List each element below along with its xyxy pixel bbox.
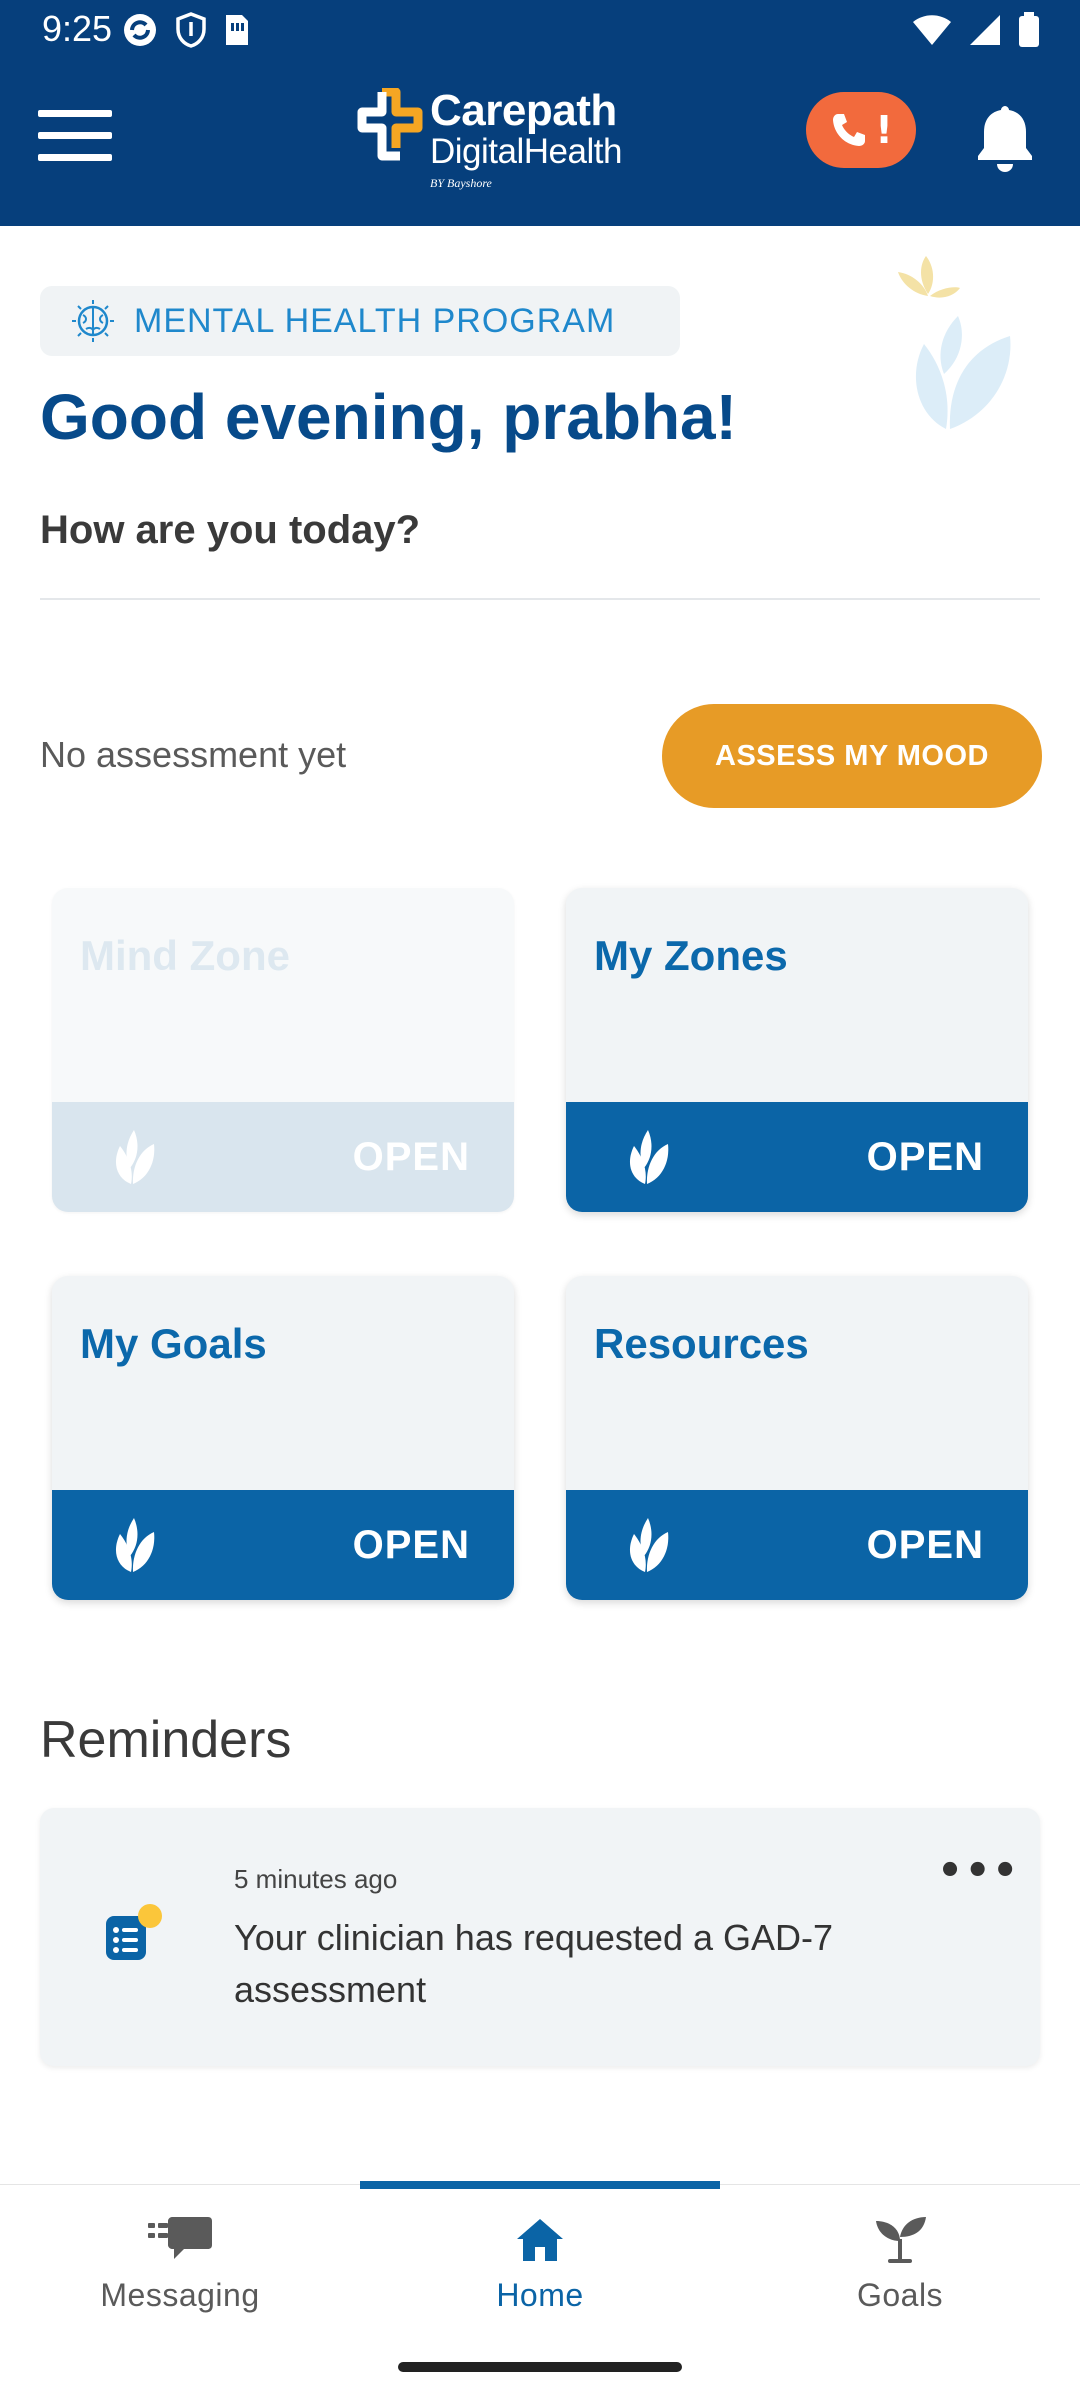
divider [40,598,1040,600]
sprout-icon [629,1130,669,1184]
program-label: MENTAL HEALTH PROGRAM [134,301,616,340]
tab-home[interactable]: Home [360,2215,720,2325]
sprout-icon [876,2217,926,2263]
card-open-label: OPEN [352,1134,470,1179]
tab-label: Goals [856,2277,944,2313]
battery-icon [1019,12,1039,47]
call-alert-badge: ! [875,108,893,152]
card-open-button[interactable]: OPEN [566,1102,1028,1212]
tab-label: Home [496,2277,584,2313]
tab-goals[interactable]: Goals [720,2215,1080,2325]
status-time: 9:25 [42,8,113,49]
carepath-logo: Carepath DigitalHealth BY Bayshore [352,80,652,190]
greeting-heading: Good evening, prabha! [40,381,737,453]
card-title: Mind Zone [80,932,290,979]
signal-icon [970,15,1000,45]
card-title: Resources [594,1320,809,1367]
assess-mood-button[interactable]: ASSESS MY MOOD [662,704,1042,808]
logo-by: BY Bayshore [430,176,492,190]
tab-messaging[interactable]: Messaging [0,2215,360,2325]
emergency-call-button[interactable]: ! [806,92,916,168]
logo-cross-icon [357,88,423,161]
status-bar: 9:25 [0,0,1080,62]
menu-icon[interactable] [38,110,112,164]
tab-label: Messaging [100,2277,260,2313]
card-title: My Goals [80,1320,267,1367]
notification-icons [122,12,250,48]
active-tab-indicator [360,2181,720,2189]
shield-icon [176,12,206,48]
card-open-label: OPEN [866,1522,984,1567]
notification-bell-icon[interactable] [972,102,1038,174]
wifi-icon [913,15,951,45]
sprout-icon [115,1130,155,1184]
gesture-home-bar[interactable] [398,2362,682,2372]
app-header: Carepath DigitalHealth BY Bayshore ! [0,62,1080,226]
logo-title: Carepath [430,86,617,135]
sim-card-icon [226,15,248,45]
card-my-goals[interactable]: My Goals OPEN [52,1276,514,1600]
sprout-icon [115,1518,155,1572]
card-my-zones[interactable]: My Zones OPEN [566,888,1028,1212]
program-badge: MENTAL HEALTH PROGRAM [40,286,680,356]
card-open-button: OPEN [52,1102,514,1212]
card-open-label: OPEN [866,1134,984,1179]
assessment-checklist-icon [106,1904,162,1960]
brain-icon [72,300,114,342]
card-mind-zone: Mind Zone OPEN [52,888,514,1212]
card-resources[interactable]: Resources OPEN [566,1276,1028,1600]
system-icons [912,12,1040,48]
card-open-button[interactable]: OPEN [566,1490,1028,1600]
reminder-text: Your clinician has requested a GAD-7 ass… [234,1917,834,2010]
card-title: My Zones [594,932,788,979]
card-open-label: OPEN [352,1522,470,1567]
sprout-icon [629,1518,669,1572]
reminder-time: 5 minutes ago [234,1864,398,1894]
chat-icon [148,2217,212,2259]
phone-icon [833,114,866,146]
reminders-heading: Reminders [40,1711,292,1769]
home-icon [517,2219,563,2261]
sync-icon [124,14,156,46]
more-options-icon[interactable]: ••• [937,1848,1020,1894]
assessment-status: No assessment yet [40,734,347,775]
logo-subtitle: DigitalHealth [430,132,622,171]
plant-decoration-icon [898,256,1011,429]
reminder-card[interactable]: 5 minutes ago Your clinician has request… [40,1808,1040,2066]
mood-question: How are you today? [40,508,421,552]
card-open-button[interactable]: OPEN [52,1490,514,1600]
